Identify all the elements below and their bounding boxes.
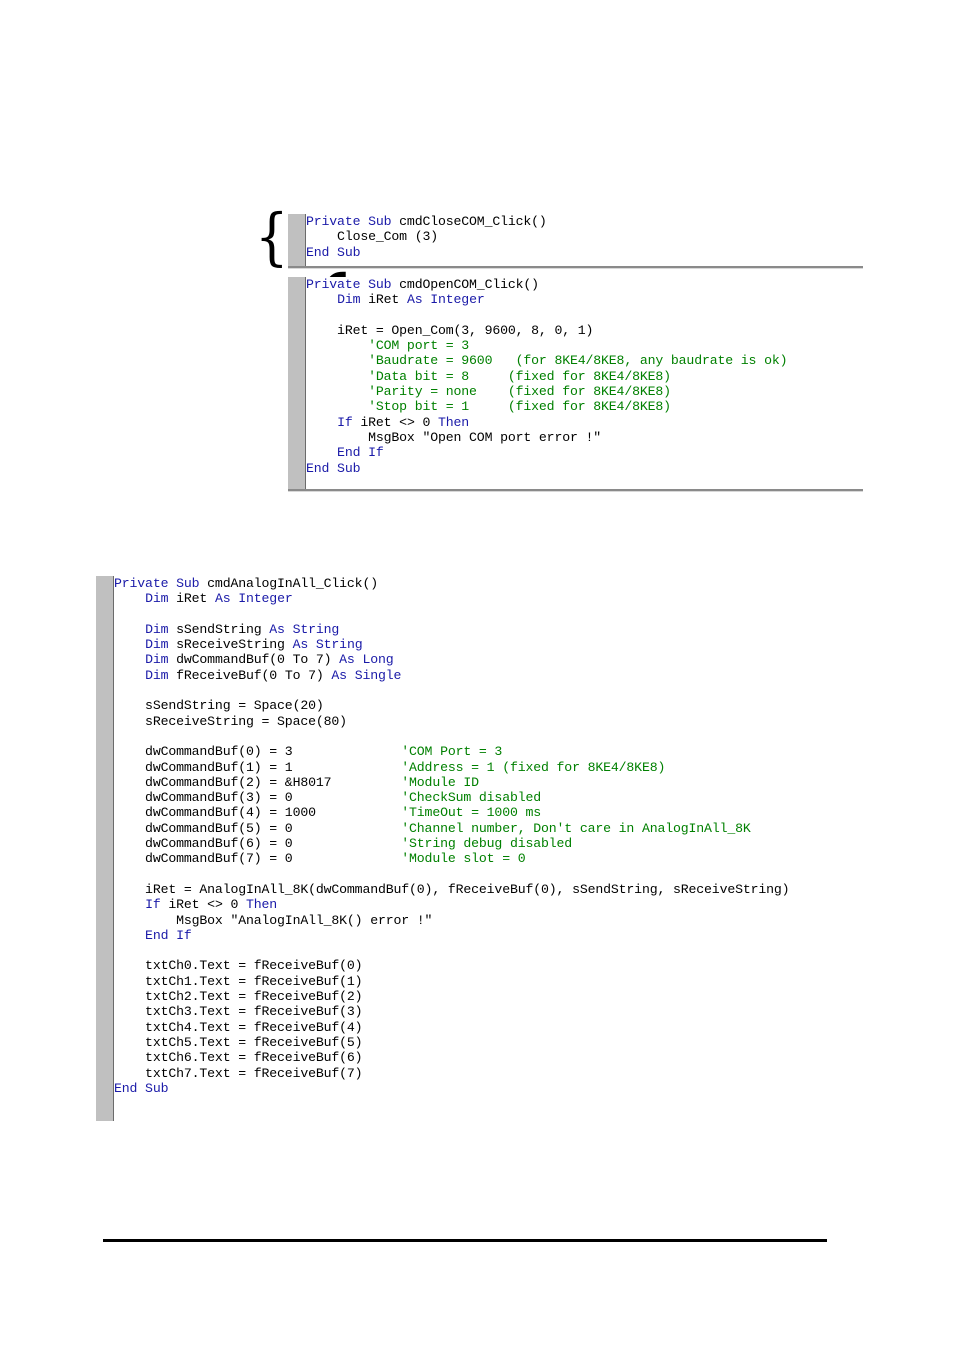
code-panel-analog-in-all: Private Sub cmdAnalogInAll_Click() Dim i… <box>96 576 886 1121</box>
code-text-open-com: Private Sub cmdOpenCOM_Click() Dim iRet … <box>306 277 788 476</box>
code-body: Private Sub cmdCloseCOM_Click() Close_Co… <box>306 214 863 267</box>
code-body: Private Sub cmdOpenCOM_Click() Dim iRet … <box>306 277 863 489</box>
code-panel-open-com: Private Sub cmdOpenCOM_Click() Dim iRet … <box>288 277 863 489</box>
code-gutter-bar <box>96 576 113 1121</box>
code-text-analog-in-all: Private Sub cmdAnalogInAll_Click() Dim i… <box>114 576 790 1096</box>
brace-close-com: { <box>254 200 289 273</box>
code-gutter-bar <box>288 277 305 489</box>
code-panel-close-com: Private Sub cmdCloseCOM_Click() Close_Co… <box>288 214 863 267</box>
panel-separator-top <box>288 266 863 269</box>
code-text-close-com: Private Sub cmdCloseCOM_Click() Close_Co… <box>306 214 547 260</box>
footer-rule <box>103 1239 827 1242</box>
code-body: Private Sub cmdAnalogInAll_Click() Dim i… <box>114 576 886 1121</box>
panel-separator-bottom <box>288 489 863 492</box>
